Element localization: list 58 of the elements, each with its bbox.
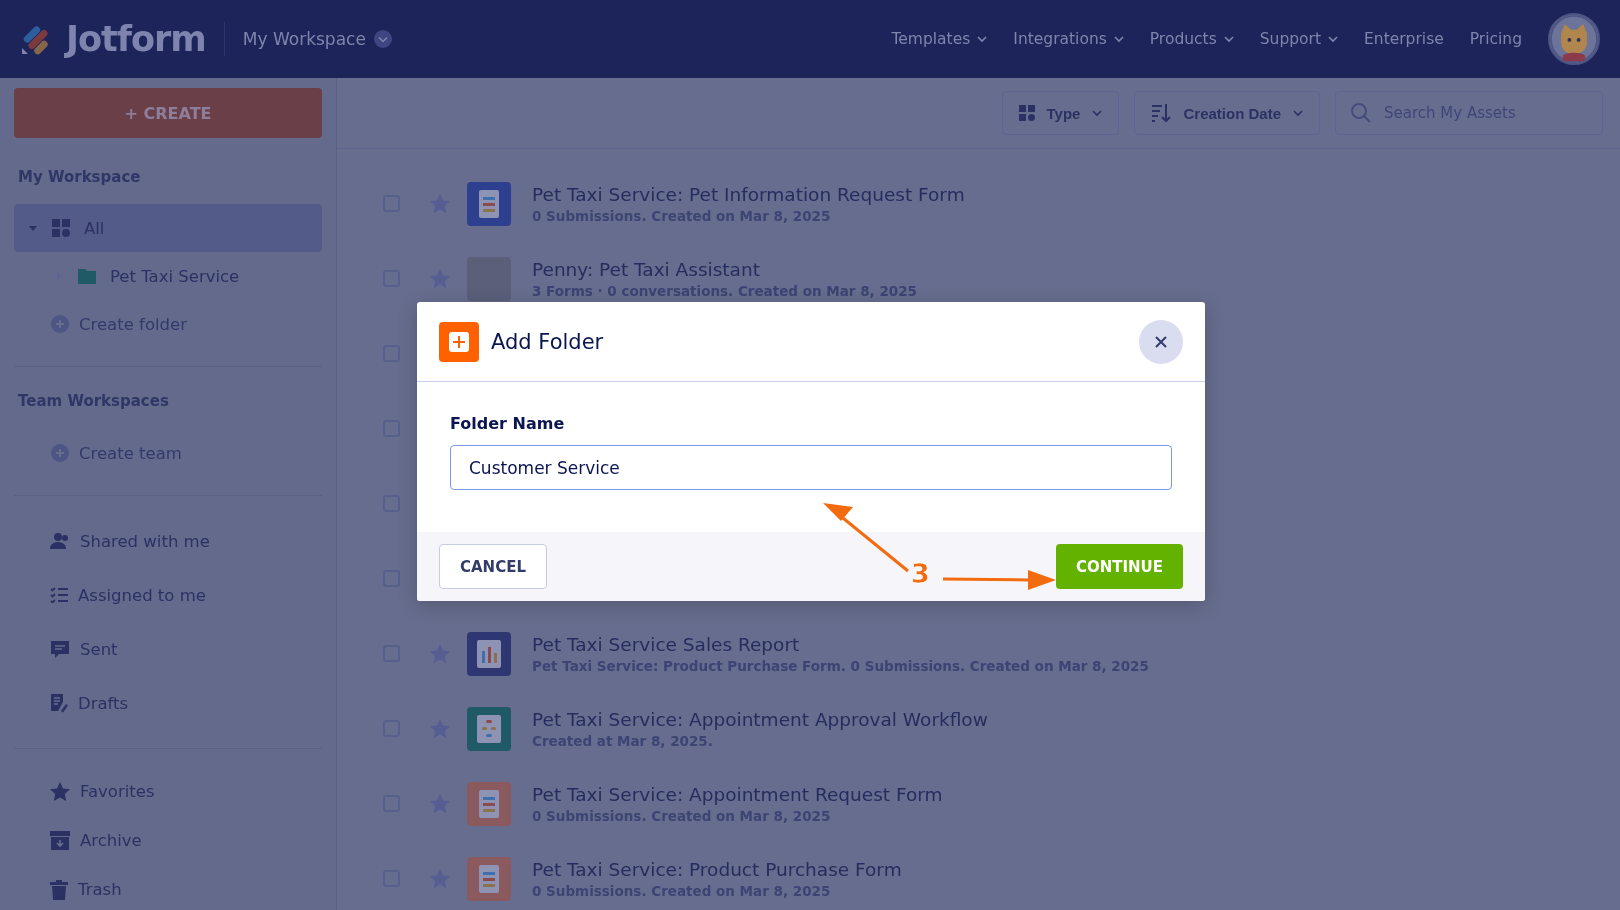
search-icon (1351, 103, 1371, 123)
sidebar-item[interactable]: Sent (14, 622, 322, 676)
asset-title[interactable]: Pet Taxi Service Sales Report (532, 633, 1149, 655)
chevron-down-icon (1092, 109, 1103, 117)
field-label: Folder Name (450, 414, 566, 433)
nav-link[interactable]: Enterprise (1364, 30, 1444, 48)
asset-title[interactable]: Pet Taxi Service: Pet Information Request Form (532, 183, 965, 205)
nav-link[interactable]: Support (1259, 30, 1338, 48)
checklist-icon (50, 587, 68, 603)
sidebar-item[interactable]: Trash (14, 865, 322, 910)
caret-down-icon[interactable] (28, 223, 38, 233)
sidebar-item[interactable]: Assigned to me (14, 568, 322, 622)
plus-circle-icon (51, 444, 69, 462)
asset-title[interactable]: Pet Taxi Service: Appointment Request Form (532, 783, 943, 805)
sidebar-item[interactable]: Archive (14, 816, 322, 865)
cancel-button[interactable]: CANCEL (439, 544, 547, 589)
chevron-down-icon (1223, 35, 1234, 43)
nav-link[interactable]: Products (1149, 30, 1234, 48)
type-filter-button[interactable]: Type (1001, 91, 1120, 135)
photo-placeholder (467, 256, 511, 301)
close-button[interactable] (1139, 319, 1183, 364)
chevron-down-icon (977, 35, 988, 43)
sidebar-item[interactable]: Shared with me (14, 514, 322, 568)
chevron-down-icon (1293, 109, 1303, 117)
message-icon (50, 639, 70, 659)
step-number: 3 (911, 558, 930, 589)
document-icon (50, 693, 68, 713)
trash-icon (50, 879, 68, 900)
nav-link[interactable]: Templates (891, 30, 988, 48)
grid-icon (52, 219, 70, 237)
sidebar-item[interactable]: Drafts (14, 676, 322, 730)
folder-item[interactable]: Pet Taxi Service (14, 252, 322, 300)
archive-box-icon (50, 831, 70, 850)
asset-title[interactable]: Penny: Pet Taxi Assistant (532, 258, 917, 280)
nav-link[interactable]: Integrations (1013, 30, 1124, 48)
close-icon (1154, 334, 1168, 349)
create-button[interactable]: + CREATE (14, 88, 322, 138)
folder-icon (78, 268, 96, 284)
dialog-title: Add Folder (491, 329, 604, 354)
asset-title[interactable]: Pet Taxi Service: Product Purchase Form (532, 858, 902, 880)
grid-icon (1018, 105, 1035, 121)
chevron-down-icon (373, 30, 392, 48)
plus-square-icon (439, 321, 479, 362)
nav-link[interactable]: Pricing (1469, 30, 1522, 48)
asset-title[interactable]: Pet Taxi Service: Appointment Approval Workflow (532, 708, 988, 730)
continue-button[interactable]: CONTINUE (1055, 544, 1183, 589)
sidebar-item[interactable]: Favorites (14, 767, 322, 816)
plus-circle-icon (51, 315, 69, 333)
chevron-down-icon (1328, 35, 1338, 43)
folder-name-field[interactable]: Customer Service (450, 445, 1172, 490)
sort-icon (1151, 103, 1172, 123)
sort-button[interactable]: Creation Date (1134, 91, 1320, 135)
chevron-down-icon (1113, 35, 1124, 43)
logo-text[interactable]: Jotform (66, 19, 206, 59)
star-icon (50, 782, 70, 801)
avatar-icon[interactable] (1548, 13, 1600, 65)
workspace-menu[interactable]: My Workspace (242, 29, 392, 49)
people-icon (50, 532, 70, 550)
